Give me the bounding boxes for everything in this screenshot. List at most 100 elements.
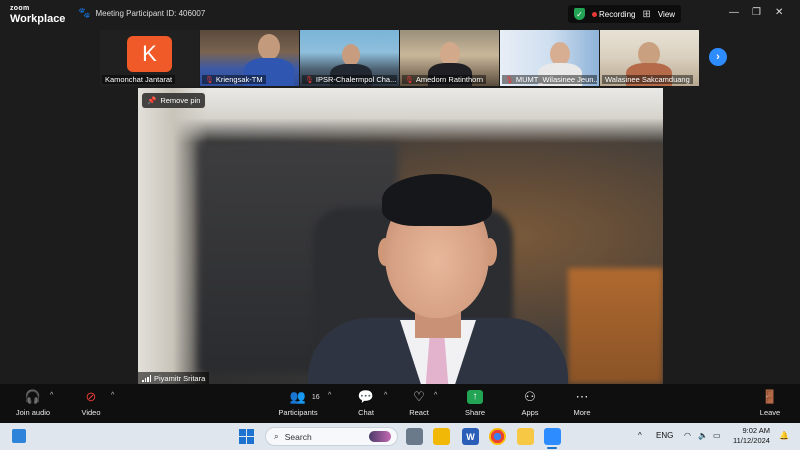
participant-name-tag: 🎙 Kriengsak-TM (202, 75, 266, 84)
avatar: K (127, 36, 172, 72)
participant-tile[interactable]: K Kamonchat Jantarat (100, 30, 199, 86)
recording-indicator[interactable]: Recording (592, 10, 635, 19)
zoom-icon[interactable] (544, 428, 561, 445)
chevron-up-icon[interactable]: ^ (50, 392, 53, 399)
share-button[interactable]: ↑ Share (450, 388, 500, 417)
minimize-icon[interactable]: — (729, 7, 739, 18)
video-button[interactable]: ⊘ Video (66, 388, 116, 417)
windows-taskbar: ⌕ Search W ^ ENG ◠ 🔈 ▭ 9:02 AM 11/12/202… (0, 423, 800, 450)
participant-tile[interactable]: 🎙 Kriengsak-TM (200, 30, 299, 86)
more-button[interactable]: ⋯ More (557, 388, 607, 417)
participant-name: Kamonchat Jantarat (105, 75, 173, 84)
zoom-app-window: zoom Workplace 🐾 Meeting Participant ID:… (0, 0, 800, 423)
participant-video-face (342, 44, 360, 66)
mic-muted-icon: 🎙 (405, 76, 414, 84)
chevron-up-icon[interactable]: ^ (111, 392, 114, 399)
folder-icon[interactable] (433, 428, 450, 445)
share-icon-wrap: ↑ (467, 388, 483, 406)
pinned-speaker-video[interactable] (138, 88, 663, 384)
participant-name: MUMT_Wilasinee Jeun... (515, 75, 597, 84)
clock-date: 11/12/2024 (733, 436, 770, 445)
participant-name: Walasinee Sakcamduang (605, 75, 690, 84)
leave-button[interactable]: 🚪 Leave (745, 388, 795, 417)
clock-time: 9:02 AM (742, 426, 770, 435)
participants-button[interactable]: 👥 16 Participants (273, 388, 323, 417)
chat-icon: 💬 (357, 389, 375, 404)
background-ceiling (138, 88, 663, 143)
zoom-workplace-logo: zoom Workplace (10, 4, 65, 25)
logo-line2: Workplace (10, 13, 66, 25)
widgets-icon[interactable] (12, 429, 26, 443)
join-audio-label: Join audio (15, 408, 51, 417)
title-bar: zoom Workplace 🐾 Meeting Participant ID:… (0, 0, 800, 28)
volume-icon[interactable]: 🔈 (698, 431, 708, 440)
restore-icon[interactable]: ❐ (752, 7, 761, 18)
participants-label: Participants (278, 408, 318, 417)
view-label: View (657, 9, 676, 19)
taskbar-search-input[interactable]: ⌕ Search (265, 427, 398, 446)
apps-label: Apps (521, 408, 539, 417)
chrome-icon[interactable] (489, 428, 506, 445)
participant-name-tag: Walasinee Sakcamduang (602, 75, 693, 84)
apps-button[interactable]: ⚇ Apps (505, 388, 555, 417)
record-dot-icon (592, 11, 597, 17)
pin-icon: 📌 (147, 96, 157, 105)
grid-icon[interactable]: ⊞ (642, 9, 650, 20)
meeting-info[interactable]: 🐾 Meeting Participant ID: 406007 (78, 8, 205, 19)
search-icon: ⌕ (274, 431, 279, 441)
headphones-icon: 🎧 (24, 389, 42, 404)
more-label: More (573, 408, 591, 417)
language-indicator[interactable]: ENG (656, 431, 673, 440)
apps-icon: ⚇ (524, 389, 536, 404)
leave-door-icon: 🚪 (761, 389, 779, 404)
file-explorer-icon[interactable] (406, 428, 423, 445)
battery-icon[interactable]: ▭ (713, 431, 721, 440)
video-off-icon: ⊘ (85, 389, 97, 404)
shield-check-icon[interactable]: ✓ (574, 8, 585, 20)
mic-muted-icon: 🎙 (205, 76, 214, 84)
wifi-icon[interactable]: ◠ (684, 431, 691, 440)
react-label: React (409, 408, 429, 417)
participant-name-tag: 🎙 MUMT_Wilasinee Jeun... (502, 75, 597, 84)
participant-name-tag: Kamonchat Jantarat (102, 75, 176, 84)
participant-name-tag: 🎙 IPSR-Chalermpol Cha... (302, 75, 397, 84)
background-shelf (568, 268, 663, 384)
participant-tile[interactable]: Walasinee Sakcamduang (600, 30, 699, 86)
chevron-up-icon[interactable]: ^ (638, 431, 642, 440)
participant-tile[interactable]: 🎙 Amedorn Ratinthorn (400, 30, 499, 86)
participant-video-face (258, 34, 280, 60)
search-highlight-image (369, 431, 391, 442)
leave-label: Leave (759, 408, 781, 417)
search-placeholder: Search (284, 431, 312, 442)
share-screen-icon: ↑ (467, 390, 483, 404)
speaker-name-tag: Piyamitr Sritara (138, 372, 210, 384)
view-button[interactable]: View (658, 10, 675, 19)
next-page-button[interactable]: › (709, 48, 727, 66)
chevron-up-icon[interactable]: ^ (328, 392, 331, 399)
mic-muted-icon: 🎙 (305, 76, 314, 84)
system-clock[interactable]: 9:02 AM 11/12/2024 (733, 426, 770, 446)
chevron-right-icon: › (716, 51, 720, 63)
remove-pin-label: Remove pin (160, 96, 201, 105)
participant-tile[interactable]: 🎙 IPSR-Chalermpol Cha... (300, 30, 399, 86)
participant-name: Amedorn Ratinthorn (415, 75, 484, 84)
heart-icon: ♡ (413, 389, 425, 404)
more-icon: ⋯ (575, 389, 589, 404)
recording-status-group: ✓ Recording ⊞ View (568, 5, 682, 23)
participant-name: Kriengsak-TM (215, 75, 263, 84)
chevron-up-icon[interactable]: ^ (384, 392, 387, 399)
meeting-id-label: Meeting Participant ID: 406007 (95, 9, 206, 18)
windows-start-icon[interactable] (239, 429, 254, 444)
close-icon[interactable]: ✕ (775, 7, 783, 18)
remove-pin-button[interactable]: 📌 Remove pin (142, 93, 206, 108)
speaker-hair (382, 174, 492, 226)
signal-strength-icon (142, 374, 151, 382)
chevron-up-icon[interactable]: ^ (434, 392, 437, 399)
notes-icon[interactable] (517, 428, 534, 445)
word-icon[interactable]: W (462, 428, 479, 445)
paw-icon: 🐾 (78, 8, 91, 19)
mic-muted-icon: 🎙 (505, 76, 514, 84)
notification-bell-icon[interactable]: 🔔 (779, 431, 789, 440)
logo-line1: zoom (10, 5, 30, 12)
participant-tile[interactable]: 🎙 MUMT_Wilasinee Jeun... (500, 30, 599, 86)
